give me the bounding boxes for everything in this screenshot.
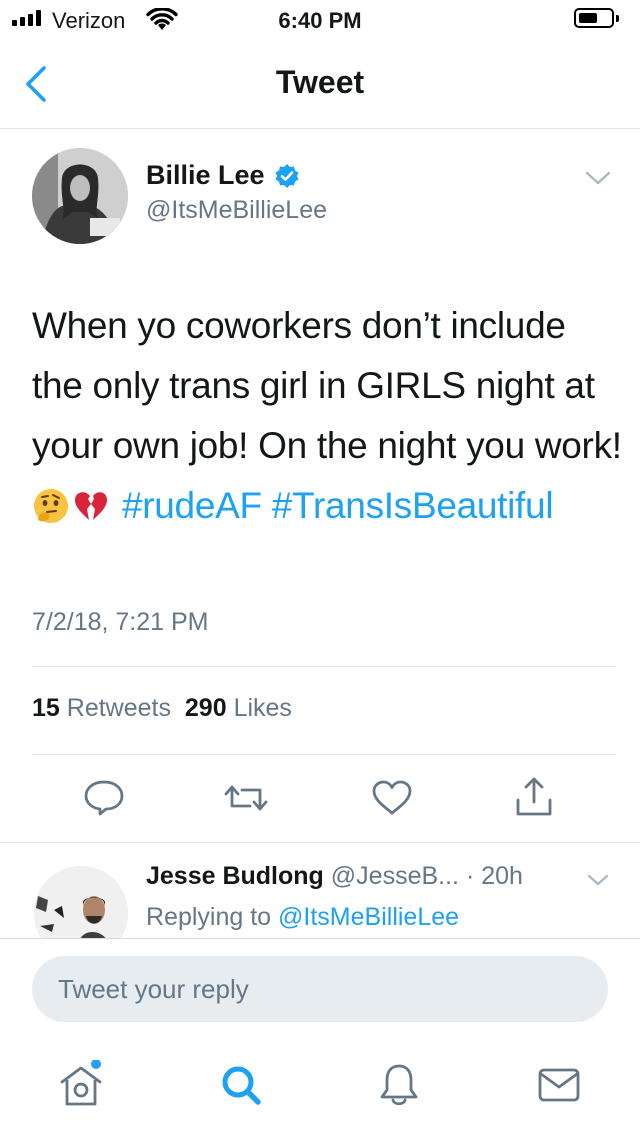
- reply-author-handle[interactable]: @JesseB...: [331, 862, 459, 890]
- search-icon: [222, 1066, 261, 1105]
- tweet-body: When yo coworkers don’t include the only…: [32, 305, 622, 466]
- share-icon: [516, 777, 552, 816]
- chevron-down-icon[interactable]: [584, 168, 612, 188]
- hashtag-link[interactable]: #rudeAF: [122, 485, 262, 526]
- likes-label: Likes: [233, 694, 292, 722]
- author-avatar[interactable]: [32, 148, 128, 244]
- likes-stat[interactable]: 290 Likes: [185, 694, 292, 722]
- reply-icon: [84, 780, 124, 816]
- tweet-timestamp: 7/2/18, 7:21 PM: [32, 608, 209, 636]
- author-name[interactable]: Billie Lee: [146, 160, 265, 191]
- divider: [0, 842, 640, 843]
- thinking-face-emoji-icon: [34, 489, 68, 523]
- tab-home[interactable]: [56, 1059, 106, 1110]
- heart-icon: [372, 780, 412, 815]
- replying-to-prefix: Replying to: [146, 903, 272, 931]
- reply-header: Jesse Budlong @JesseB... · 20h: [146, 862, 523, 891]
- broken-heart-emoji-icon: [75, 492, 107, 520]
- reply-author-name[interactable]: Jesse Budlong: [146, 862, 324, 890]
- tweet-stats: 15 Retweets 290 Likes: [32, 694, 292, 723]
- divider: [32, 666, 616, 667]
- retweet-icon: [224, 785, 268, 811]
- messages-icon: [538, 1068, 580, 1102]
- reply-input[interactable]: [32, 956, 608, 1022]
- retweets-count: 15: [32, 694, 60, 722]
- divider: [32, 754, 616, 755]
- navigation-bar: Tweet: [0, 40, 640, 129]
- battery-icon: [574, 8, 619, 28]
- avatar-photo: [32, 148, 128, 244]
- home-icon: [60, 1059, 102, 1106]
- reply-time: · 20h: [465, 862, 523, 890]
- like-button[interactable]: [364, 772, 420, 824]
- notifications-icon: [380, 1064, 418, 1106]
- replying-to-handle[interactable]: @ItsMeBillieLee: [278, 903, 459, 931]
- retweet-button[interactable]: [218, 772, 274, 824]
- retweets-label: Retweets: [66, 694, 171, 722]
- tab-messages[interactable]: [534, 1060, 584, 1110]
- likes-count: 290: [184, 694, 227, 722]
- replying-to-line: Replying to @ItsMeBillieLee: [146, 903, 459, 932]
- hashtag-link[interactable]: #TransIsBeautiful: [272, 485, 554, 526]
- tab-search[interactable]: [216, 1060, 266, 1110]
- verified-badge-icon: [275, 164, 299, 188]
- page-title: Tweet: [275, 64, 365, 100]
- status-bar: Verizon 6:40 PM: [0, 0, 640, 40]
- author-handle[interactable]: @ItsMeBillieLee: [146, 196, 327, 225]
- share-button[interactable]: [506, 772, 562, 824]
- reply-button[interactable]: [76, 772, 132, 824]
- tweet-text: When yo coworkers don’t include the only…: [32, 296, 622, 536]
- chevron-down-icon[interactable]: [586, 872, 610, 888]
- retweets-stat[interactable]: 15 Retweets: [32, 694, 171, 722]
- tab-notifications[interactable]: [374, 1060, 424, 1110]
- status-time: 6:40 PM: [278, 8, 362, 33]
